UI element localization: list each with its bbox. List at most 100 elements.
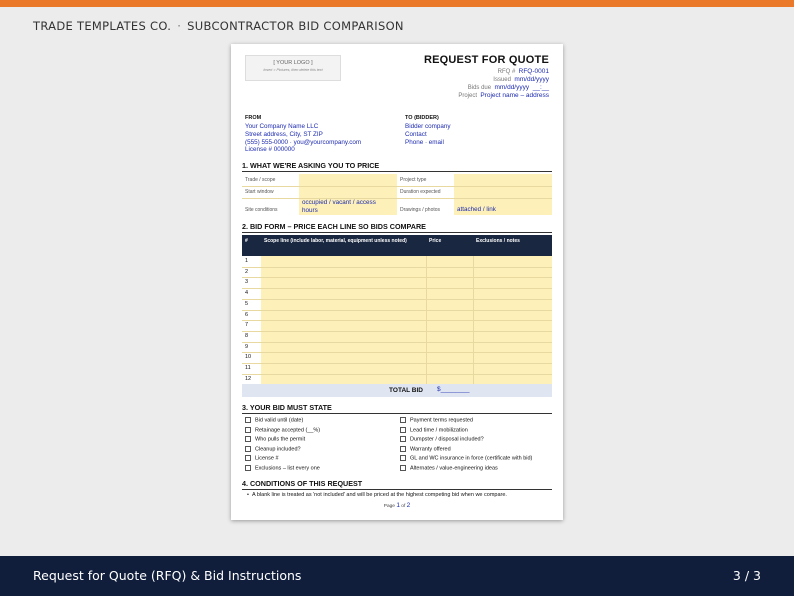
meta-label: RFQ # <box>497 69 516 75</box>
checkbox[interactable] <box>245 417 251 423</box>
checkbox[interactable] <box>245 445 251 452</box>
meta-rfq: RFQ # RFQ-0001 <box>498 68 549 75</box>
logo-hint: Insert > Pictures, then delete this text <box>263 68 323 72</box>
checklist-item[interactable]: Warranty offered <box>400 445 451 452</box>
meta-value: Project name – address <box>480 92 549 99</box>
footer-page-indicator: 3 / 3 <box>732 568 761 583</box>
from-label: FROM <box>245 115 262 121</box>
checklist-item[interactable]: GL and WC insurance in force (certificat… <box>400 455 532 461</box>
row-divider <box>242 373 552 375</box>
checkbox[interactable] <box>400 426 406 433</box>
row-divider <box>242 330 552 332</box>
header-separator: · <box>177 19 182 33</box>
field-label: Drawings / photos <box>400 207 441 213</box>
field-label: Site conditions <box>245 207 278 213</box>
row-divider <box>242 198 552 199</box>
checkbox[interactable] <box>245 455 251 461</box>
section-4-title: 4. CONDITIONS OF THIS REQUEST <box>242 479 552 490</box>
checklist-item[interactable]: Bid valid until (date) <box>245 417 303 423</box>
to-line: Contact <box>405 130 427 138</box>
col-exclusions: Exclusions / notes <box>476 238 520 244</box>
to-block: Bidder company Contact Phone · email <box>405 123 451 146</box>
meta-label: Project <box>458 93 477 99</box>
checklist-item[interactable]: Alternates / value-engineering ideas <box>400 464 498 471</box>
from-line: License # 000000 <box>245 146 295 154</box>
checkbox[interactable] <box>400 436 406 442</box>
from-line: (555) 555-0000 · you@yourcompany.com <box>245 138 362 146</box>
from-line: Your Company Name LLC <box>245 123 319 130</box>
checkbox[interactable] <box>245 436 251 442</box>
checklist-item[interactable]: Payment terms requested <box>400 417 473 423</box>
document-preview: [ YOUR LOGO ] Insert > Pictures, then de… <box>231 44 563 520</box>
checklist-item[interactable]: Dumpster / disposal included? <box>400 436 484 442</box>
col-price: Price <box>429 238 442 244</box>
page-footer: Request for Quote (RFQ) & Bid Instructio… <box>0 556 794 596</box>
meta-value: RFQ-0001 <box>518 68 549 75</box>
checkbox[interactable] <box>245 426 251 433</box>
checklist-item[interactable]: Who pulls the permit <box>245 436 305 442</box>
site-conditions-value: occupied / vacant / access hours <box>302 199 376 214</box>
row-number: 6 <box>245 311 249 318</box>
section-2-title: 2. BID FORM – PRICE EACH LINE SO BIDS CO… <box>242 222 552 233</box>
from-block: Your Company Name LLC Street address, Ci… <box>245 123 361 154</box>
meta-label: Issued <box>493 77 511 83</box>
row-divider <box>242 309 552 311</box>
accent-bar <box>0 0 794 7</box>
checkbox[interactable] <box>400 464 406 471</box>
total-value[interactable]: $________ <box>437 386 470 393</box>
field-label: Duration expected <box>400 189 441 195</box>
checkbox[interactable] <box>400 455 406 461</box>
section-3-title: 3. YOUR BID MUST STATE <box>242 403 552 414</box>
row-divider <box>242 320 552 322</box>
header-subtitle: SUBCONTRACTOR BID COMPARISON <box>187 19 404 33</box>
meta-label: Bids due <box>467 85 492 91</box>
bid-form-table: # Scope line (include labor, material, e… <box>242 235 552 397</box>
row-number: 12 <box>245 375 252 382</box>
checklist-item[interactable]: Cleanup included? <box>245 445 301 452</box>
row-number: 9 <box>245 343 249 350</box>
page-header: TRADE TEMPLATES CO. · SUBCONTRACTOR BID CO… <box>33 19 404 33</box>
from-line: Street address, City, ST ZIP <box>245 130 323 138</box>
page-number: Page 1 of 2 <box>383 502 411 509</box>
brand-name: TRADE TEMPLATES CO. <box>33 19 172 33</box>
total-label: TOTAL BID <box>389 387 423 394</box>
row-number: 1 <box>245 258 249 264</box>
row-number: 2 <box>245 268 249 275</box>
meta-bids-due: Bids due mm/dd/yyyy __:__ <box>468 84 549 91</box>
col-scope: Scope line (include labor, material, equ… <box>264 238 407 244</box>
checkbox[interactable] <box>245 464 251 471</box>
logo-placeholder: [ YOUR LOGO ] Insert > Pictures, then de… <box>245 55 341 81</box>
checklist-item[interactable]: License # <box>245 455 279 461</box>
logo-label: [ YOUR LOGO ] <box>273 60 313 66</box>
field-label: Project type <box>400 177 427 183</box>
row-number: 11 <box>245 365 251 371</box>
row-divider <box>242 266 552 268</box>
checkbox[interactable] <box>400 417 406 423</box>
checkbox[interactable] <box>400 445 406 452</box>
footer-title: Request for Quote (RFQ) & Bid Instructio… <box>33 568 302 583</box>
scope-table: Trade / scope Project type Start window … <box>242 174 552 215</box>
col-number: # <box>245 238 248 244</box>
row-divider <box>242 288 552 290</box>
checklist-item[interactable]: Retainage accepted (__%) <box>245 426 320 433</box>
checklist-item[interactable]: Lead time / mobilization <box>400 426 468 433</box>
field-label: Trade / scope <box>245 177 276 183</box>
bid-table-header: # Scope line (include labor, material, e… <box>242 235 552 256</box>
row-divider <box>242 298 552 300</box>
total-row: TOTAL BID $________ <box>242 384 552 397</box>
document-title: REQUEST FOR QUOTE <box>423 54 549 66</box>
to-label: TO (BIDDER) <box>405 115 439 121</box>
row-number: 4 <box>245 290 249 297</box>
checklist-item[interactable]: Exclusions – list every one <box>245 464 320 471</box>
row-number: 8 <box>245 332 249 339</box>
row-divider <box>242 363 552 364</box>
row-divider <box>242 341 552 343</box>
row-number: 7 <box>245 322 249 329</box>
meta-project: Project Project name – address <box>458 92 549 99</box>
meta-value: mm/dd/yyyy __:__ <box>494 84 549 91</box>
section-1-title: 1. WHAT WE'RE ASKING YOU TO PRICE <box>242 161 552 172</box>
row-number: 10 <box>245 354 252 361</box>
to-line: Phone · email <box>405 138 444 146</box>
row-divider <box>242 186 552 187</box>
meta-value: mm/dd/yyyy <box>514 76 549 83</box>
